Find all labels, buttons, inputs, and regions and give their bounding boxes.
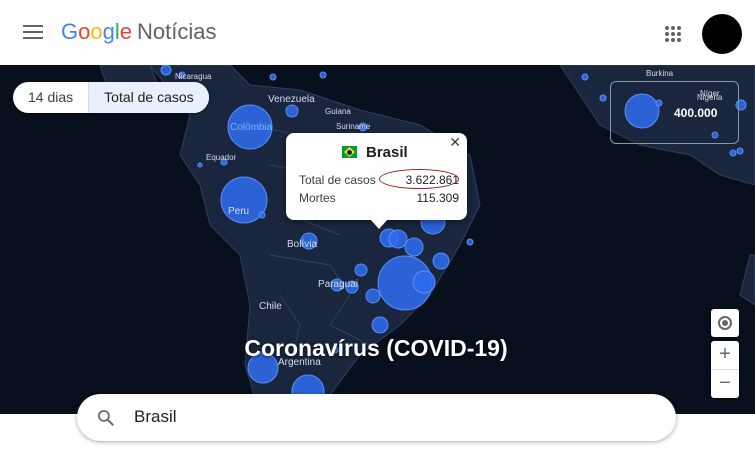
google-news-logo[interactable]: Google Notícias [61,19,217,45]
chip-total-cases[interactable]: Total de casos [88,82,209,113]
map-label-burkina: Burkina [646,69,674,78]
logo-letter: G [61,19,79,44]
map-title: Coronavírus (COVID-19) [244,335,508,361]
zoom-out-button[interactable]: − [711,370,739,398]
logo-letter: o [78,19,91,44]
popup-country-name: Brasil [366,144,408,161]
search-input[interactable] [134,403,634,431]
map-label-bolivia: Bolívia [287,239,318,250]
logo-letter: g [102,19,115,44]
my-location-button[interactable] [711,309,739,337]
my-location-dot [722,320,728,326]
map-label-venezuela: Venezuela [268,94,315,105]
map-label-suriname: Suriname [336,122,371,131]
app-header: Google Notícias [0,0,755,65]
map-label-peru: Peru [228,206,250,217]
brazil-flag-icon [342,146,357,158]
logo-letter: o [90,19,103,44]
range-toggle: 14 dias Total de casos [13,82,209,113]
product-name: Notícias [137,19,217,44]
map-label-equador: Equador [206,153,237,162]
popup-deaths-value: 115.309 [416,191,460,205]
map-label-chile: Chile [259,301,282,312]
apps-grid-icon[interactable] [665,26,681,42]
cases-highlight-circle [379,169,459,189]
map-label-colombia: Colômbia [230,122,273,133]
map-label-nicaragua: Nicaragua [175,72,212,81]
chip-14-days[interactable]: 14 dias [13,82,88,113]
popup-row-deaths: Mortes 115.309 [299,191,459,205]
popup-cases-label: Total de casos [299,173,376,187]
popup-deaths-label: Mortes [299,191,336,205]
avatar[interactable] [702,14,742,54]
map-label-paraguai: Paraguai [318,279,359,290]
location-search [77,394,676,441]
search-icon[interactable] [96,408,116,428]
logo-letter: e [119,19,133,44]
bubble-legend-value: 400.000 [674,106,718,120]
map-label-guiana: Guiana [325,107,351,116]
close-icon[interactable]: ✕ [449,134,461,151]
menu-icon[interactable] [23,25,43,41]
